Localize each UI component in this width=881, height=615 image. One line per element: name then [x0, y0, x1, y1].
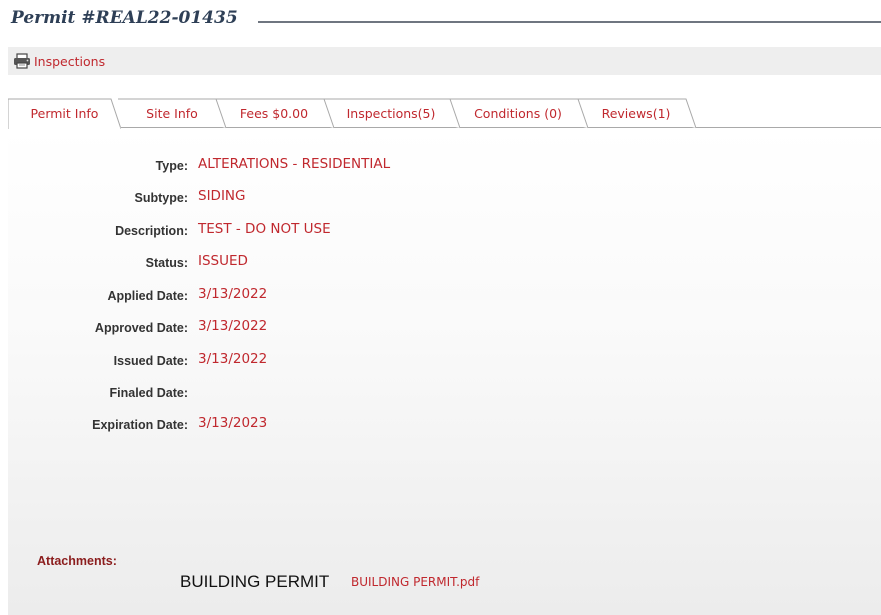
field-finaled-date: Finaled Date:: [8, 383, 528, 403]
page-title: Permit #REAL22-01435: [11, 8, 246, 28]
tab-conditions[interactable]: Conditions (0): [448, 98, 588, 129]
tab-fees-label: Fees $0.00: [239, 105, 309, 121]
field-expiration-date-value: 3/13/2023: [198, 415, 268, 431]
field-applied-date-value: 3/13/2022: [198, 286, 268, 302]
tab-strip: Permit Info Site Info Fees $0.00 Inspect…: [8, 98, 881, 129]
page-header: Permit #REAL22-01435: [0, 0, 881, 36]
tab-reviews-label: Reviews(1): [601, 105, 671, 121]
tab-conditions-label: Conditions (0): [474, 105, 562, 121]
attachment-file-link[interactable]: BUILDING PERMIT.pdf: [351, 575, 479, 589]
attachments-label: Attachments:: [37, 554, 117, 568]
tab-site-info[interactable]: Site Info: [118, 98, 226, 129]
field-type-label: Type:: [155, 159, 188, 173]
field-applied-date-label: Applied Date:: [107, 289, 188, 303]
attachment-name: BUILDING PERMIT: [180, 572, 330, 591]
tab-permit-info[interactable]: Permit Info: [8, 98, 121, 129]
field-approved-date: Approved Date: 3/13/2022: [8, 318, 528, 338]
field-status: Status: ISSUED: [8, 253, 528, 273]
inspections-print-link[interactable]: Inspections: [34, 54, 105, 69]
field-subtype-value: SIDING: [198, 188, 246, 204]
field-finaled-date-label: Finaled Date:: [109, 386, 189, 400]
field-expiration-date-label: Expiration Date:: [92, 418, 188, 432]
tab-reviews[interactable]: Reviews(1): [576, 98, 696, 129]
field-description: Description: TEST - DO NOT USE: [8, 221, 528, 241]
field-approved-date-value: 3/13/2022: [198, 318, 268, 334]
tab-fees[interactable]: Fees $0.00: [214, 98, 334, 129]
field-status-label: Status:: [145, 256, 188, 270]
permit-info-panel: Type: ALTERATIONS - RESIDENTIAL Subtype:…: [8, 128, 881, 615]
field-issued-date: Issued Date: 3/13/2022: [8, 351, 528, 371]
field-description-value: TEST - DO NOT USE: [198, 221, 331, 237]
field-expiration-date: Expiration Date: 3/13/2023: [8, 415, 528, 435]
field-issued-date-label: Issued Date:: [113, 354, 188, 368]
tab-inspections-label: Inspections(5): [346, 105, 436, 121]
field-status-value: ISSUED: [198, 253, 248, 269]
printer-icon[interactable]: [13, 53, 31, 69]
field-type-value: ALTERATIONS - RESIDENTIAL: [198, 156, 391, 172]
field-subtype: Subtype: SIDING: [8, 188, 528, 208]
toolbar: Inspections: [8, 47, 881, 75]
tab-site-info-label: Site Info: [146, 105, 198, 121]
field-issued-date-value: 3/13/2022: [198, 351, 268, 367]
tab-permit-info-label: Permit Info: [30, 105, 99, 121]
field-description-label: Description:: [115, 224, 188, 238]
field-type: Type: ALTERATIONS - RESIDENTIAL: [8, 156, 528, 176]
title-divider: [258, 21, 881, 23]
field-applied-date: Applied Date: 3/13/2022: [8, 286, 528, 306]
field-subtype-label: Subtype:: [134, 191, 188, 205]
field-approved-date-label: Approved Date:: [94, 321, 188, 335]
tab-inspections[interactable]: Inspections(5): [322, 98, 460, 129]
